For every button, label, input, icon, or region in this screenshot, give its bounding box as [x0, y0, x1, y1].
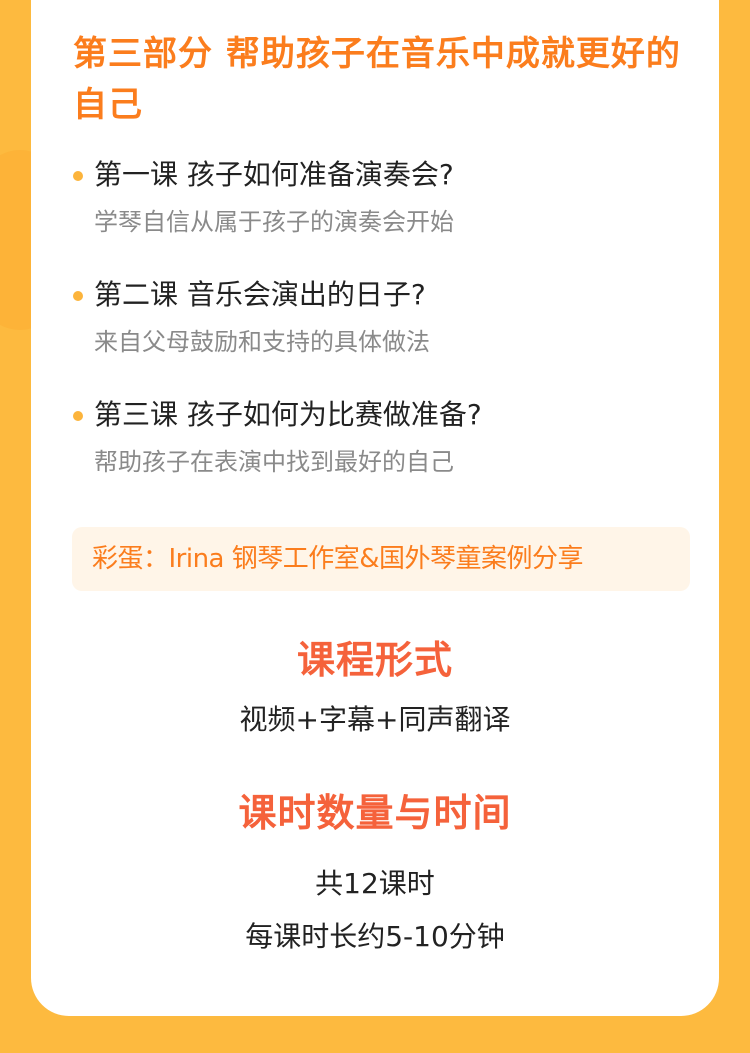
lesson-subtitle: 来自父母鼓励和支持的具体做法 — [94, 328, 430, 356]
bullet-dot-icon — [73, 291, 83, 301]
bonus-banner: 彩蛋：Irina 钢琴工作室&国外琴童案例分享 — [72, 527, 690, 591]
duration-heading: 课时数量与时间 — [238, 791, 512, 835]
bonus-text: 彩蛋：Irina 钢琴工作室&国外琴童案例分享 — [92, 544, 584, 574]
lesson-subtitle: 学琴自信从属于孩子的演奏会开始 — [94, 208, 454, 236]
duration-total: 共12课时 — [315, 867, 435, 900]
section-title: 第三部分 帮助孩子在音乐中成就更好的自己 — [73, 34, 681, 125]
format-text: 视频+字幕+同声翻译 — [239, 703, 511, 736]
lesson-subtitle: 帮助孩子在表演中找到最好的自己 — [94, 448, 454, 476]
lesson-title: 第三课 孩子如何为比赛做准备? — [94, 398, 482, 431]
bullet-dot-icon — [73, 411, 83, 421]
content-card: 第三部分 帮助孩子在音乐中成就更好的自己 第一课 孩子如何准备演奏会? 学琴自信… — [31, 0, 719, 1016]
lesson-title: 第一课 孩子如何准备演奏会? — [94, 158, 454, 191]
duration-per-lesson: 每课时长约5-10分钟 — [245, 920, 505, 953]
lesson-title: 第二课 音乐会演出的日子? — [94, 278, 426, 311]
bullet-dot-icon — [73, 171, 83, 181]
format-heading: 课程形式 — [296, 638, 453, 682]
